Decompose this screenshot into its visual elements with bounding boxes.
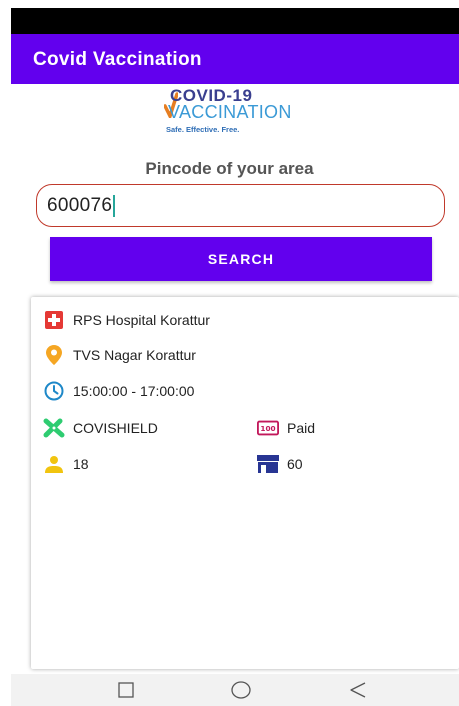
center-name: RPS Hospital Korattur <box>73 312 210 328</box>
pincode-label: Pincode of your area <box>145 159 314 178</box>
search-button[interactable]: SEARCH <box>50 237 432 281</box>
session-time: 15:00:00 - 17:00:00 <box>73 383 195 399</box>
vaccination-center-card[interactable]: RPS Hospital Korattur TVS Nagar Korattur… <box>31 297 459 669</box>
vaccine-name: COVISHIELD <box>73 420 158 436</box>
store-icon <box>257 453 279 475</box>
fee-row: 100 Paid <box>257 417 315 439</box>
center-address: TVS Nagar Korattur <box>73 347 196 363</box>
logo-tagline: Safe. Effective. Free. <box>166 125 240 134</box>
logo-line2: VACCINATION <box>168 102 292 122</box>
location-pin-icon <box>43 344 65 366</box>
text-cursor <box>113 194 116 217</box>
clock-icon <box>43 380 65 402</box>
time-row: 15:00:00 - 17:00:00 <box>43 380 194 402</box>
pincode-value: 600076 <box>47 194 113 216</box>
age-row: 18 <box>43 453 89 475</box>
syringe-icon <box>43 417 65 439</box>
pincode-input[interactable]: 600076 <box>36 184 445 227</box>
hospital-cross-icon <box>43 309 65 331</box>
app-bar: Covid Vaccination <box>11 34 459 84</box>
home-icon[interactable] <box>231 681 251 699</box>
fee-type: Paid <box>287 420 316 436</box>
person-icon <box>43 453 65 475</box>
recent-apps-icon[interactable] <box>118 682 134 698</box>
back-icon[interactable] <box>349 681 367 699</box>
capacity-row: 60 <box>257 453 303 475</box>
center-name-row: RPS Hospital Korattur <box>43 309 210 331</box>
vaccine-row: COVISHIELD <box>43 417 158 439</box>
min-age: 18 <box>73 456 89 472</box>
capacity: 60 <box>287 456 303 472</box>
covid-vaccination-logo: COVID-19 VACCINATION Safe. Effective. Fr… <box>164 86 324 138</box>
svg-text:100: 100 <box>260 424 275 433</box>
app-title: Covid Vaccination <box>33 49 202 70</box>
navigation-bar <box>11 674 459 706</box>
fee-badge-icon: 100 <box>257 417 279 439</box>
address-row: TVS Nagar Korattur <box>43 344 196 366</box>
status-bar <box>11 8 459 34</box>
